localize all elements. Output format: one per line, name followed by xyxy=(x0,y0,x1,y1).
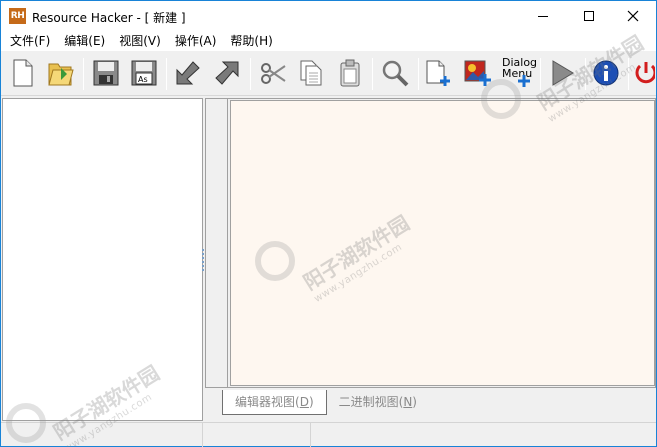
play-icon xyxy=(552,60,574,86)
toolbar-separator xyxy=(585,58,586,90)
minimize-button[interactable] xyxy=(520,1,566,31)
back-button[interactable] xyxy=(172,57,204,89)
menu-edit[interactable]: 编辑(E) xyxy=(57,31,112,51)
close-button[interactable] xyxy=(610,1,656,31)
title-bar[interactable]: RH Resource Hacker - [ 新建 ] xyxy=(1,1,656,31)
status-bar xyxy=(1,422,656,447)
forward-button[interactable] xyxy=(211,57,243,89)
add-image-button[interactable] xyxy=(461,57,493,89)
new-page-plus-icon xyxy=(426,60,450,86)
clipboard-icon xyxy=(340,59,360,87)
app-window: RH Resource Hacker - [ 新建 ] 文件(F) 编辑(E) … xyxy=(0,0,657,447)
save-as-button[interactable]: As xyxy=(128,57,160,89)
maximize-icon xyxy=(584,11,594,21)
window-title: Resource Hacker - [ 新建 ] xyxy=(32,11,186,25)
scissors-icon xyxy=(261,63,286,84)
cut-button[interactable] xyxy=(257,57,289,89)
tab-binary-view[interactable]: 二进制视图(N) xyxy=(327,390,429,415)
view-tabs: 编辑器视图(D) 二进制视图(N) xyxy=(222,390,429,415)
run-script-button[interactable] xyxy=(546,57,578,89)
exit-button[interactable] xyxy=(633,57,655,89)
maximize-button[interactable] xyxy=(566,1,612,31)
open-file-button[interactable] xyxy=(45,57,77,89)
copy-button[interactable] xyxy=(295,57,327,89)
toolbar-separator xyxy=(83,58,84,90)
dialog-plus-icon xyxy=(518,75,530,87)
new-file-button[interactable] xyxy=(7,57,39,89)
menu-bar: 文件(F) 编辑(E) 视图(V) 操作(A) 帮助(H) xyxy=(1,31,656,51)
toolbar-separator xyxy=(372,58,373,90)
toolbar-separator xyxy=(250,58,251,90)
arrow-down-left-icon xyxy=(176,61,200,85)
minimize-icon xyxy=(538,15,548,17)
tab-editor-view[interactable]: 编辑器视图(D) xyxy=(222,390,327,415)
save-as-icon: As xyxy=(131,60,157,86)
open-folder-icon xyxy=(48,63,74,86)
menu-action[interactable]: 操作(A) xyxy=(168,31,224,51)
arrow-up-right-icon xyxy=(215,61,239,85)
add-resource-button[interactable] xyxy=(422,57,454,89)
line-gutter xyxy=(206,99,228,387)
info-icon xyxy=(593,60,619,86)
menu-help[interactable]: 帮助(H) xyxy=(223,31,279,51)
svg-text:As: As xyxy=(138,75,148,84)
toolbar-separator xyxy=(628,58,629,90)
close-icon xyxy=(627,10,639,22)
toolbar-separator xyxy=(418,58,419,90)
toolbar-separator xyxy=(166,58,167,90)
editor-area xyxy=(205,98,656,388)
status-cell-left xyxy=(1,423,203,447)
floppy-disk-icon xyxy=(93,60,119,86)
menu-view[interactable]: 视图(V) xyxy=(112,31,168,51)
toolbar-separator xyxy=(540,58,541,90)
resource-tree[interactable] xyxy=(2,98,203,421)
save-button[interactable] xyxy=(90,57,122,89)
power-icon xyxy=(635,62,655,84)
menu-file[interactable]: 文件(F) xyxy=(3,31,57,51)
copy-icon xyxy=(300,60,322,86)
toolbar: As Dialog Menu xyxy=(1,52,656,96)
search-button[interactable] xyxy=(379,57,411,89)
splitter-grip[interactable] xyxy=(202,249,204,271)
magnifier-icon xyxy=(382,60,409,87)
paste-button[interactable] xyxy=(334,57,366,89)
new-file-icon xyxy=(13,59,33,87)
status-cell-middle xyxy=(203,423,311,447)
about-button[interactable] xyxy=(590,57,622,89)
image-plus-icon xyxy=(464,60,491,86)
app-icon[interactable]: RH xyxy=(9,8,26,24)
editor-pane[interactable] xyxy=(230,100,655,386)
